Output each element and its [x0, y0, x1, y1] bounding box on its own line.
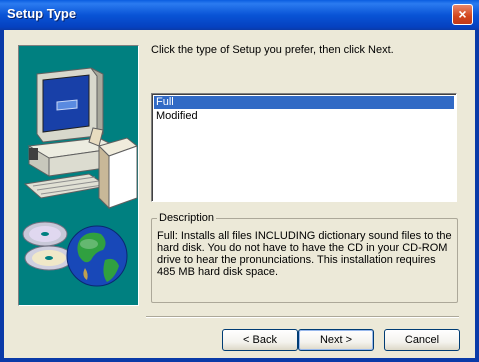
setup-type-listbox[interactable]: Full Modified [151, 93, 457, 202]
globe-icon [66, 225, 128, 287]
cd-icon [22, 221, 74, 271]
close-button[interactable]: × [452, 4, 473, 25]
back-button[interactable]: < Back [222, 329, 298, 351]
window-frame-right [475, 30, 479, 362]
instruction-text: Click the type of Setup you prefer, then… [151, 44, 394, 56]
next-button[interactable]: Next > [298, 329, 374, 351]
close-icon: × [458, 6, 467, 22]
computer-globe-illustration [22, 67, 138, 287]
description-text: Full: Installs all files INCLUDING dicti… [157, 230, 452, 278]
window-title: Setup Type [7, 6, 77, 21]
setup-type-option-full[interactable]: Full [154, 96, 454, 109]
setup-illustration [18, 45, 139, 306]
setup-type-option-modified[interactable]: Modified [154, 110, 454, 123]
description-legend: Description [157, 212, 217, 224]
window-frame-left [0, 30, 4, 362]
window-frame-bottom [0, 358, 479, 362]
title-bar[interactable]: Setup Type × [0, 0, 479, 30]
cancel-button[interactable]: Cancel [384, 329, 460, 351]
button-separator [146, 316, 459, 318]
